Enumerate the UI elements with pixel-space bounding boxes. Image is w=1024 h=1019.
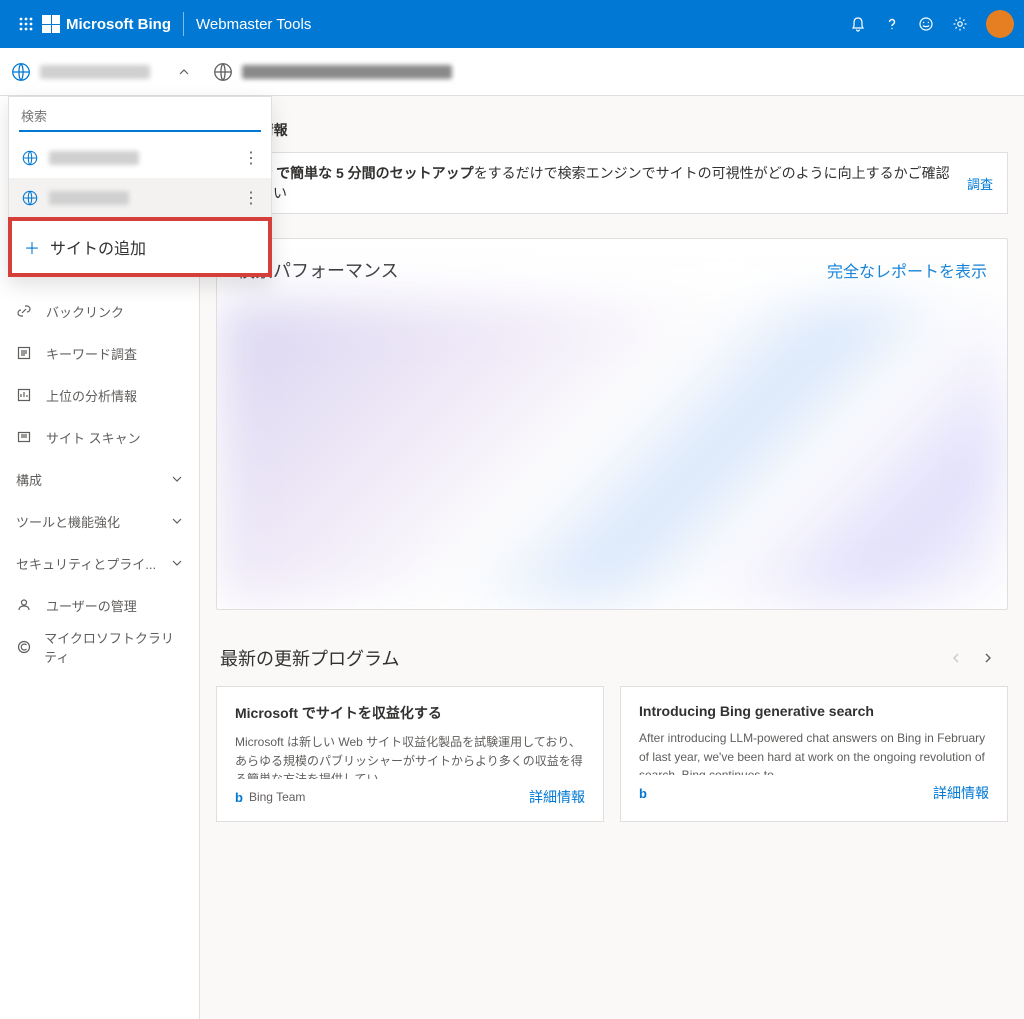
card-details-link[interactable]: 詳細情報 xyxy=(529,787,585,807)
nav-label: 上位の分析情報 xyxy=(46,386,137,405)
chevron-left-icon xyxy=(950,652,962,664)
selected-site-label xyxy=(40,65,150,79)
site-selector-toggle[interactable] xyxy=(0,48,200,95)
card-author: b xyxy=(639,786,653,801)
product-name: Webmaster Tools xyxy=(196,16,311,33)
scan-icon xyxy=(16,429,34,445)
nav-label: マイクロソフトクラリティ xyxy=(44,628,183,666)
avatar[interactable] xyxy=(986,10,1014,38)
brand-divider xyxy=(183,12,184,36)
nav-backlink[interactable]: バックリンク xyxy=(0,290,199,332)
main-content: ...分析情報 ...Now で簡単な 5 分間のセットアップをするだけで検索エ… xyxy=(200,96,1024,1019)
bing-b-icon: b xyxy=(639,786,647,801)
notification-icon[interactable] xyxy=(842,8,874,40)
nav-scan[interactable]: サイト スキャン xyxy=(0,416,199,458)
site-selector-bar xyxy=(0,48,1024,96)
brand-name: Microsoft Bing xyxy=(66,16,171,33)
dropdown-site-item[interactable]: ⋮ xyxy=(9,138,271,178)
backlink-icon xyxy=(16,303,34,319)
nav-keyword[interactable]: キーワード調査 xyxy=(0,332,199,374)
globe-icon xyxy=(10,61,32,83)
clarity-icon xyxy=(16,639,32,655)
chevron-down-icon xyxy=(171,515,183,527)
global-header: Microsoft Bing Webmaster Tools xyxy=(0,0,1024,48)
keyword-icon xyxy=(16,345,34,361)
dropdown-site-more[interactable]: ⋮ xyxy=(243,148,259,168)
card-author: b Bing Team xyxy=(235,790,305,805)
waffle-icon[interactable] xyxy=(10,8,42,40)
search-performance-panel: 検索パフォーマンス 完全なレポートを表示 xyxy=(216,238,1008,610)
chevron-down-icon xyxy=(171,473,183,485)
card-title: Microsoft でサイトを収益化する xyxy=(235,703,585,723)
insight-icon xyxy=(16,387,34,403)
panel-full-report-link[interactable]: 完全なレポートを表示 xyxy=(827,258,987,282)
add-site-label: サイトの追加 xyxy=(50,235,146,259)
card-desc: Microsoft は新しい Web サイト収益化製品を試験運用しており、あらゆ… xyxy=(235,733,585,779)
dropdown-site-label xyxy=(49,191,129,205)
nav-section-label: セキュリティとプライ... xyxy=(16,554,156,573)
updates-cards: Microsoft でサイトを収益化する Microsoft は新しい Web … xyxy=(216,686,1008,822)
indexnow-banner: ...Now で簡単な 5 分間のセットアップをするだけで検索エンジンでサイトの… xyxy=(216,152,1008,214)
banner-cta[interactable]: 調査 xyxy=(959,174,993,193)
update-card[interactable]: Microsoft でサイトを収益化する Microsoft は新しい Web … xyxy=(216,686,604,822)
dropdown-search-wrap xyxy=(9,97,271,138)
card-author-name: Bing Team xyxy=(249,790,305,804)
add-site-button[interactable]: ＋ サイトの追加 xyxy=(8,217,272,277)
nav-label: サイト スキャン xyxy=(46,428,141,447)
nav-label: キーワード調査 xyxy=(46,344,137,363)
dropdown-site-item[interactable]: ⋮ xyxy=(9,178,271,218)
nav-section-config[interactable]: 構成 xyxy=(0,458,199,500)
nav-topinsight[interactable]: 上位の分析情報 xyxy=(0,374,199,416)
plus-icon: ＋ xyxy=(24,235,40,259)
chevron-right-icon xyxy=(982,652,994,664)
nav-section-label: 構成 xyxy=(16,470,42,489)
card-details-link[interactable]: 詳細情報 xyxy=(933,783,989,803)
bing-b-icon: b xyxy=(235,790,243,805)
site-url-text xyxy=(242,65,452,79)
nav-section-label: ツールと機能強化 xyxy=(16,512,120,531)
update-card[interactable]: Introducing Bing generative search After… xyxy=(620,686,1008,822)
chevron-down-icon xyxy=(171,557,183,569)
updates-prev[interactable] xyxy=(940,642,972,674)
help-icon[interactable] xyxy=(876,8,908,40)
updates-section-header: 最新の更新プログラム xyxy=(216,610,1008,686)
nav-section-security[interactable]: セキュリティとプライ... xyxy=(0,542,199,584)
settings-icon[interactable] xyxy=(944,8,976,40)
globe-icon xyxy=(212,61,234,83)
updates-title: 最新の更新プログラム xyxy=(220,645,940,671)
nav-users[interactable]: ユーザーの管理 xyxy=(0,584,199,626)
brand-logo: Microsoft Bing xyxy=(42,15,171,33)
site-url-display xyxy=(200,48,1024,95)
microsoft-logo-icon xyxy=(42,15,60,33)
globe-icon xyxy=(21,189,39,207)
nav-section-tools[interactable]: ツールと機能強化 xyxy=(0,500,199,542)
feedback-icon[interactable] xyxy=(910,8,942,40)
nav-clarity[interactable]: マイクロソフトクラリティ xyxy=(0,626,199,668)
user-icon xyxy=(16,597,34,613)
performance-chart-placeholder xyxy=(221,301,1003,601)
nav-label: ユーザーの管理 xyxy=(46,596,137,615)
dropdown-site-label xyxy=(49,151,139,165)
nav-label: バックリンク xyxy=(46,302,124,321)
updates-next[interactable] xyxy=(972,642,1004,674)
dropdown-site-more[interactable]: ⋮ xyxy=(243,188,259,208)
card-title: Introducing Bing generative search xyxy=(639,703,989,719)
site-selector-dropdown: ⋮ ⋮ ＋ サイトの追加 xyxy=(8,96,272,277)
card-desc: After introducing LLM-powered chat answe… xyxy=(639,729,989,775)
globe-icon xyxy=(21,149,39,167)
dropdown-search-input[interactable] xyxy=(19,103,261,132)
chevron-up-icon xyxy=(178,66,190,78)
